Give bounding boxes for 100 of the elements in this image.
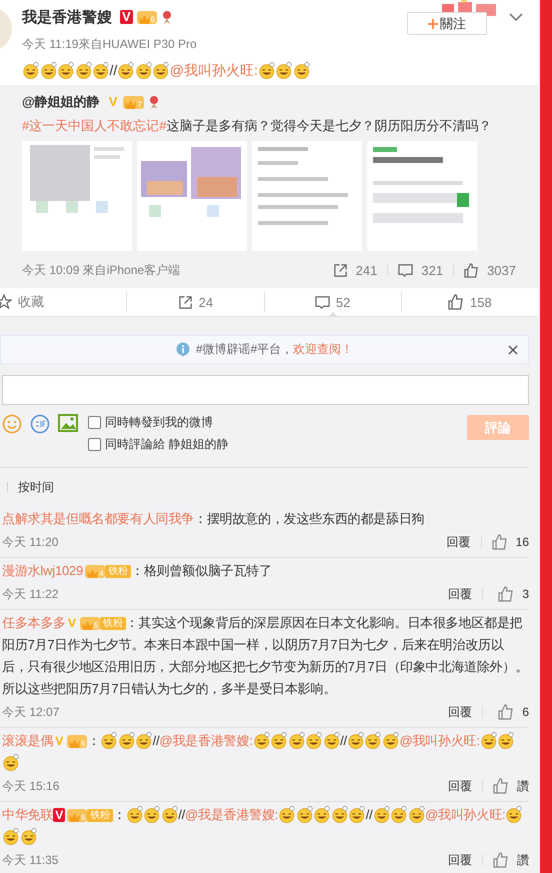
smiley-icon[interactable] — [2, 414, 22, 434]
comment-time: 今天 15:16 — [2, 778, 60, 794]
emoji-icon — [100, 732, 118, 749]
reply-link[interactable]: 回覆 — [448, 704, 472, 720]
thumbs-up-icon — [498, 704, 514, 720]
emoji-icon — [296, 806, 314, 823]
emoji-icon — [2, 754, 20, 771]
action-button[interactable]: 24 — [127, 288, 264, 316]
author-name[interactable]: 我是香港警嫂 — [22, 8, 112, 26]
emoji-icon — [278, 806, 296, 823]
level-badge: 6 — [136, 10, 158, 24]
action-button[interactable]: 158 — [402, 288, 538, 316]
emoji-icon — [20, 828, 37, 845]
chevron-down-icon[interactable] — [509, 13, 523, 22]
username-link[interactable]: 点解求其是但嘅名都要有人同我争 — [2, 511, 194, 526]
emoji-icon — [275, 62, 293, 79]
like-button[interactable]: 16 — [492, 534, 529, 550]
fan-badge: 铁粉 — [100, 617, 126, 630]
emoji-icon — [40, 62, 57, 79]
fan-badge: 铁粉 — [105, 565, 131, 578]
checkbox-option[interactable]: 同時評論給 静姐姐的静 — [88, 436, 228, 453]
comment-text: 任多本多多 V 5 铁粉 ：其实这个现象背后的深层原因在日本文化影响。日本很多地区都是把阳历7月7日作为七夕节。本来日本跟中国一样，以阴历7月7日为七夕，后来在明治改历以后，只有很少地区沿用旧历，大部分地区把七夕节变为新历的7月7日（印象中北海道除外）。所以这些把阳历7月7日错认为七夕的，多半是受日本影响。 — [2, 614, 529, 698]
colon-separator: ： — [112, 807, 126, 822]
checkbox[interactable] — [88, 438, 101, 451]
checkbox-option[interactable]: 同時轉發到我的微博 — [88, 414, 228, 431]
post-time: 今天 10:09 來自iPhone客户端 — [22, 262, 182, 278]
follow-button[interactable]: 關注 — [407, 12, 487, 35]
comment-time: 今天 11:20 — [2, 534, 60, 550]
emoji-icon — [364, 732, 382, 749]
like-count[interactable]: 3037 — [464, 262, 516, 278]
plus-icon — [428, 18, 438, 28]
verified-label: V — [108, 95, 118, 109]
emoji-icon — [117, 62, 135, 79]
close-icon[interactable] — [508, 345, 518, 355]
comment-count[interactable]: 321 — [398, 262, 444, 278]
share-icon — [178, 294, 193, 310]
reply-link[interactable]: 回覆 — [448, 586, 472, 602]
username-link[interactable]: 任多本多多 — [2, 615, 66, 630]
level-badge: 7 — [123, 96, 144, 108]
emoji-icon — [313, 806, 331, 823]
comment-text: 中华免联 V 6 铁粉 ： //@我是香港警嫂: // @我叫孙火旺: — [2, 804, 529, 848]
comment-text: 点解求其是但嘅名都要有人同我争：摆明故意的，发这些东西的都是舔日狗 — [2, 510, 426, 528]
share-icon — [332, 262, 348, 278]
author-name[interactable]: @静姐姐的静 — [22, 93, 100, 111]
like-button[interactable]: 讚 — [493, 852, 529, 868]
like-button[interactable]: 6 — [493, 704, 529, 720]
notice-link[interactable]: 欢迎查阅！ — [293, 342, 354, 356]
repost-count[interactable]: 241 — [332, 262, 378, 278]
emoji-icon — [74, 62, 92, 79]
reply-link[interactable]: 回覆 — [448, 778, 472, 794]
like-button[interactable]: 讚 — [493, 778, 529, 794]
post-text: // @我叫孙火旺: — [22, 59, 538, 81]
reply-link[interactable]: 回覆 — [446, 534, 471, 550]
username-link[interactable]: 滚滚是偶 — [2, 733, 54, 748]
mention-link[interactable]: @我叫孙火旺: — [399, 733, 480, 748]
checkbox[interactable] — [88, 416, 101, 429]
mention-link[interactable]: @我叫孙火旺: — [425, 807, 506, 822]
reply-link[interactable]: 回覆 — [448, 852, 472, 868]
mention-link[interactable]: @我叫孙火旺: — [170, 62, 258, 78]
level-badge: 6 — [67, 809, 88, 822]
gif-icon[interactable] — [30, 414, 50, 434]
emoji-icon — [160, 806, 178, 823]
colon-separator: ： — [130, 563, 144, 578]
verified-label: V — [120, 10, 133, 24]
username-link[interactable]: 漫游水lwj1029 — [2, 563, 84, 578]
thumbs-up-icon — [493, 852, 509, 868]
thumbs-up-icon — [464, 262, 480, 278]
thumbs-up-icon — [492, 534, 508, 550]
image-icon[interactable] — [58, 414, 78, 432]
like-button[interactable]: 3 — [493, 586, 529, 602]
colon-separator: ： — [126, 615, 138, 630]
comment-time: 今天 11:35 — [2, 852, 60, 868]
emoji-icon — [288, 732, 306, 749]
emoji-icon — [330, 806, 348, 823]
mention-link[interactable]: @我是香港警嫂: — [159, 733, 253, 748]
emoji-icon — [372, 806, 390, 823]
emoji-icon — [292, 62, 310, 79]
fan-badge: 铁粉 — [87, 809, 113, 822]
emoji-icon — [152, 62, 170, 79]
sort-tab[interactable]: 按时间 — [18, 478, 54, 496]
emoji-icon — [57, 62, 74, 79]
username-link[interactable]: 中华免联 — [2, 807, 54, 822]
comment-icon — [314, 294, 330, 310]
action-button[interactable]: 收藏 — [0, 288, 126, 316]
topic-link[interactable]: #这一天中国人不敢忘记# — [22, 118, 166, 133]
colon-separator: ： — [194, 511, 207, 526]
emoji-icon — [322, 732, 340, 749]
action-button[interactable]: 52 — [264, 288, 401, 316]
emoji-icon — [258, 62, 276, 79]
emoji-icon — [348, 806, 366, 823]
verified-label: V — [54, 734, 64, 748]
star-icon — [0, 294, 12, 310]
emoji-icon — [252, 732, 270, 749]
mention-link[interactable]: @我是香港警嫂: — [185, 807, 278, 822]
emoji-icon — [143, 806, 161, 823]
comment-time: 今天 12:07 — [2, 704, 60, 720]
emoji-icon — [22, 62, 40, 79]
thumbs-up-icon — [493, 778, 509, 794]
emoji-icon — [118, 732, 136, 749]
comment-input[interactable] — [2, 375, 529, 405]
